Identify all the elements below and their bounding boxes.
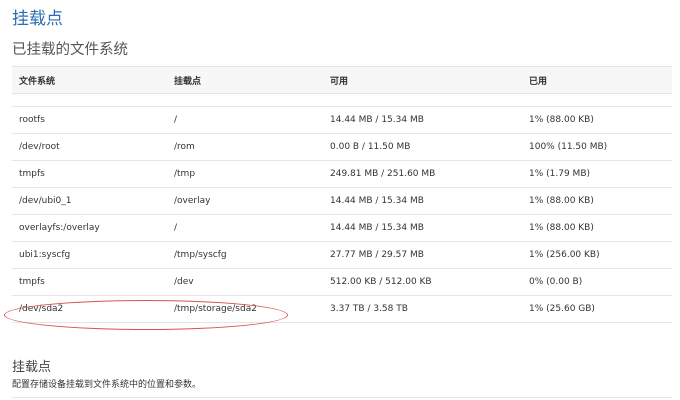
- column-header-filesystem: 文件系统: [12, 66, 167, 94]
- cell-filesystem: /dev/ubi0_1: [12, 187, 167, 215]
- cell-mount-point: /: [167, 214, 323, 242]
- cell-available: 14.44 MB / 15.34 MB: [323, 106, 522, 134]
- cell-used: 1% (88.00 KB): [522, 214, 672, 242]
- cell-filesystem: rootfs: [12, 106, 167, 134]
- table-header-row: 文件系统 挂载点 可用 已用: [12, 66, 672, 94]
- cell-filesystem: ubi1:syscfg: [12, 241, 167, 269]
- cell-used: 100% (11.50 MB): [522, 133, 672, 161]
- section-divider: [12, 397, 672, 398]
- table-spacer-cell: [12, 93, 672, 107]
- table-row: tmpfs /tmp 249.81 MB / 251.60 MB 1% (1.7…: [12, 160, 672, 188]
- table-row: /dev/ubi0_1 /overlay 14.44 MB / 15.34 MB…: [12, 187, 672, 215]
- cell-used: 1% (25.60 GB): [522, 295, 672, 323]
- mounted-filesystems-table: 文件系统 挂载点 可用 已用 rootfs / 14.44 MB / 15.34…: [12, 66, 672, 323]
- cell-used: 1% (256.00 KB): [522, 241, 672, 269]
- cell-mount-point: /tmp/syscfg: [167, 241, 323, 269]
- cell-filesystem: /dev/root: [12, 133, 167, 161]
- cell-available: 14.44 MB / 15.34 MB: [323, 187, 522, 215]
- table-row: tmpfs /dev 512.00 KB / 512.00 KB 0% (0.0…: [12, 268, 672, 296]
- cell-available: 3.37 TB / 3.58 TB: [323, 295, 522, 323]
- table-row: /dev/sda2 /tmp/storage/sda2 3.37 TB / 3.…: [12, 295, 672, 323]
- cell-available: 512.00 KB / 512.00 KB: [323, 268, 522, 296]
- cell-mount-point: /dev: [167, 268, 323, 296]
- cell-used: 1% (88.00 KB): [522, 187, 672, 215]
- cell-filesystem: overlayfs:/overlay: [12, 214, 167, 242]
- page-title: 挂载点: [12, 9, 63, 29]
- table-row: ubi1:syscfg /tmp/syscfg 27.77 MB / 29.57…: [12, 241, 672, 269]
- column-header-available: 可用: [323, 66, 522, 94]
- cell-mount-point: /: [167, 106, 323, 134]
- cell-available: 0.00 B / 11.50 MB: [323, 133, 522, 161]
- cell-mount-point: /tmp: [167, 160, 323, 188]
- table-row: overlayfs:/overlay / 14.44 MB / 15.34 MB…: [12, 214, 672, 242]
- cell-mount-point: /overlay: [167, 187, 323, 215]
- cell-filesystem: /dev/sda2: [12, 295, 167, 323]
- cell-mount-point: /rom: [167, 133, 323, 161]
- mount-points-description: 配置存储设备挂载到文件系统中的位置和参数。: [12, 380, 202, 390]
- column-header-used: 已用: [522, 66, 672, 94]
- mounted-filesystems-title: 已挂载的文件系统: [12, 42, 128, 58]
- table-row: rootfs / 14.44 MB / 15.34 MB 1% (88.00 K…: [12, 106, 672, 134]
- table-row: /dev/root /rom 0.00 B / 11.50 MB 100% (1…: [12, 133, 672, 161]
- cell-available: 14.44 MB / 15.34 MB: [323, 214, 522, 242]
- cell-used: 1% (1.79 MB): [522, 160, 672, 188]
- cell-used: 0% (0.00 B): [522, 268, 672, 296]
- cell-available: 27.77 MB / 29.57 MB: [323, 241, 522, 269]
- cell-used: 1% (88.00 KB): [522, 106, 672, 134]
- column-header-mount-point: 挂载点: [167, 66, 323, 94]
- mount-points-title: 挂载点: [12, 360, 52, 375]
- cell-mount-point: /tmp/storage/sda2: [167, 295, 323, 323]
- table-spacer-row: [12, 93, 672, 107]
- cell-filesystem: tmpfs: [12, 160, 167, 188]
- cell-filesystem: tmpfs: [12, 268, 167, 296]
- cell-available: 249.81 MB / 251.60 MB: [323, 160, 522, 188]
